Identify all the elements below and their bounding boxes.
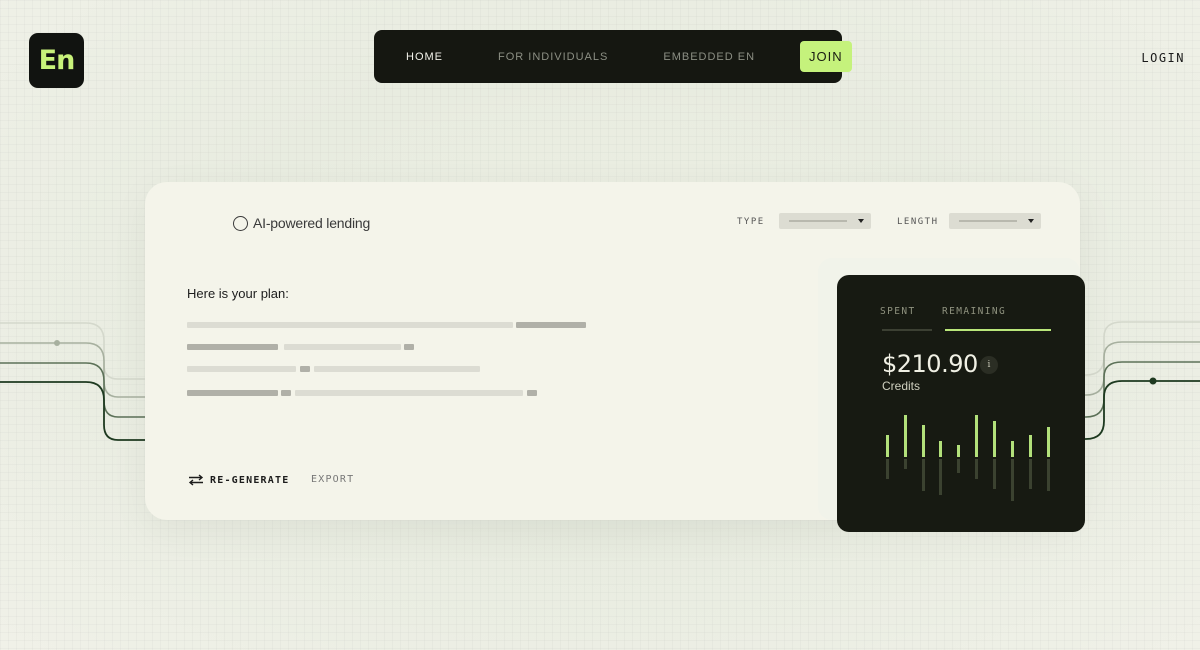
credits-sparkline [886,415,1050,501]
nav-item-for-individuals[interactable]: FOR INDIVIDUALS [498,51,608,63]
plan-placeholder-line [404,344,414,350]
info-icon[interactable]: i [980,356,998,374]
join-button[interactable]: JOIN [800,41,852,72]
tab-remaining-underline [945,329,1051,331]
plan-placeholder-line [300,366,310,372]
plan-placeholder-line [516,322,586,328]
length-select[interactable] [949,213,1041,229]
card-title: AI-powered lending [233,215,370,231]
type-select-placeholder [789,220,847,222]
logo-text: En [38,45,76,76]
plan-placeholder-line [187,390,278,396]
length-filter-label: LENGTH [897,217,939,227]
brand-logo[interactable]: En [29,33,84,88]
swap-arrows-icon [188,474,204,486]
regenerate-button[interactable]: RE-GENERATE [188,474,289,486]
plan-placeholder-line [527,390,537,396]
tab-spent[interactable]: SPENT [880,306,916,317]
plan-placeholder-line [187,344,278,350]
connector-lines-right [1078,321,1200,440]
circle-icon [233,215,248,231]
connector-lines-left [0,322,150,441]
plan-placeholder-line [281,390,291,396]
credits-panel: SPENT REMAINING $210.90 i Credits [837,275,1085,532]
tab-spent-underline [882,329,932,331]
nav-item-embedded-en[interactable]: EMBEDDED EN [663,51,755,63]
nav-item-home[interactable]: HOME [406,51,443,63]
length-select-placeholder [959,220,1017,222]
main-nav: HOME FOR INDIVIDUALS EMBEDDED EN JOIN [374,30,852,83]
sparkline-bars [886,415,1050,501]
card-title-text: AI-powered lending [253,215,371,231]
plan-title: Here is your plan: [187,286,289,301]
regenerate-label: RE-GENERATE [210,474,290,486]
plan-placeholder-line [187,322,513,328]
plan-placeholder-line [187,366,296,372]
plan-placeholder-line [314,366,480,372]
chevron-down-icon [1028,219,1034,223]
export-label: EXPORT [311,474,355,485]
credits-amount: $210.90 [882,350,978,378]
type-select[interactable] [779,213,871,229]
plan-placeholder-line [284,344,401,350]
export-button[interactable]: EXPORT [311,474,354,485]
type-filter-label: TYPE [737,217,765,227]
credits-label: Credits [882,379,921,393]
chevron-down-icon [858,219,864,223]
login-link[interactable]: LOGIN [1141,51,1185,65]
plan-placeholder-line [295,390,523,396]
connector-dot [54,340,60,346]
tab-remaining[interactable]: REMAINING [942,306,1006,317]
connector-dot [1149,377,1157,385]
